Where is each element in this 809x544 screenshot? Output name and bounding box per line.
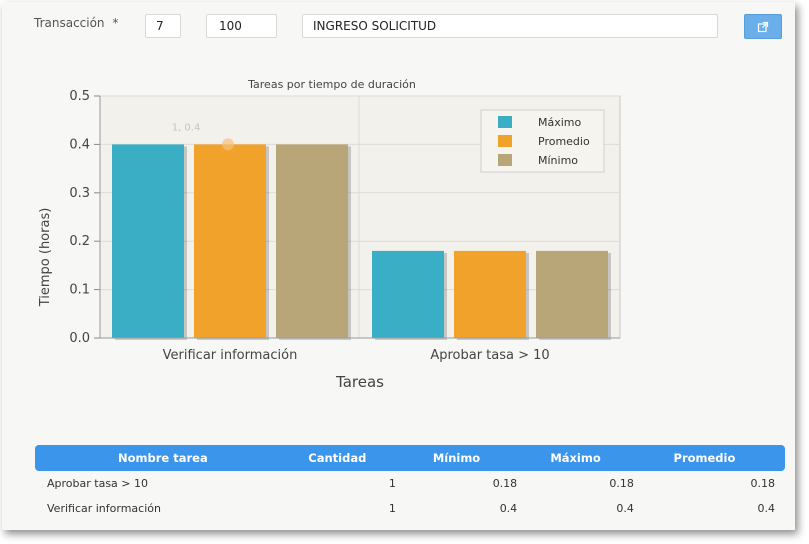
cell-cantidad: 1 bbox=[388, 477, 396, 490]
table-header-row: Nombre tarea Cantidad Mínimo Máximo Prom… bbox=[35, 445, 785, 471]
hover-marker bbox=[222, 138, 234, 151]
external-link-icon bbox=[757, 21, 769, 32]
x-axis: Verificar información Aprobar tasa > 10 bbox=[100, 337, 620, 363]
col-header-cantidad[interactable]: Cantidad bbox=[279, 445, 396, 471]
col-header-minimo[interactable]: Mínimo bbox=[396, 445, 517, 471]
legend-label: Mínimo bbox=[538, 154, 578, 167]
bar bbox=[194, 144, 266, 338]
cell-maximo: 0.18 bbox=[609, 477, 634, 490]
x-tick-label: Verificar información bbox=[163, 348, 298, 363]
y-tick-label: 0.4 bbox=[69, 137, 90, 152]
app-frame: Transacción * 7 100 INGRESO SOLICITUD Ta… bbox=[2, 2, 795, 530]
legend-label: Promedio bbox=[538, 135, 590, 148]
cell-promedio: 0.18 bbox=[750, 477, 776, 490]
x-axis-title: Tareas bbox=[335, 373, 384, 391]
hover-annotation: 1, 0.4 bbox=[172, 122, 201, 133]
y-axis: 0.0 0.1 0.2 0.3 0.4 0.5 bbox=[69, 89, 101, 346]
bar bbox=[372, 250, 444, 338]
y-tick-label: 0.0 bbox=[69, 331, 90, 346]
duration-chart: Tareas por tiempo de duración 0.0 0.1 0.2 0… bbox=[2, 72, 795, 402]
transaction-label: Transacción * bbox=[34, 16, 118, 30]
cell-nombre: Verificar información bbox=[47, 502, 161, 515]
legend-swatch bbox=[498, 135, 512, 147]
chart-title: Tareas por tiempo de duración bbox=[247, 78, 416, 91]
legend-swatch bbox=[498, 116, 512, 128]
cell-cantidad: 1 bbox=[388, 502, 396, 515]
required-mark: * bbox=[112, 16, 119, 30]
cell-minimo: 0.18 bbox=[492, 477, 518, 490]
cell-promedio: 0.4 bbox=[757, 502, 776, 515]
transaction-label-text: Transacción bbox=[34, 16, 105, 30]
legend-label: Máximo bbox=[538, 116, 582, 129]
transaction-number-field[interactable]: 100 bbox=[206, 14, 277, 38]
cell-minimo: 0.4 bbox=[499, 502, 518, 515]
cell-maximo: 0.4 bbox=[616, 502, 634, 515]
bar bbox=[536, 250, 608, 338]
x-tick-label: Aprobar tasa > 10 bbox=[430, 348, 549, 363]
bar bbox=[454, 250, 526, 338]
tasks-table: Nombre tarea Cantidad Mínimo Máximo Prom… bbox=[35, 445, 785, 521]
chart-legend: Máximo Promedio Mínimo bbox=[480, 109, 605, 173]
table-row[interactable]: Verificar información 1 0.4 0.4 0.4 bbox=[35, 496, 785, 521]
y-axis-title: Tiempo (horas) bbox=[38, 208, 53, 308]
y-tick-label: 0.2 bbox=[69, 234, 90, 249]
chart-svg: Tareas por tiempo de duración 0.00.10.20… bbox=[38, 78, 621, 391]
transaction-code-field[interactable]: 7 bbox=[145, 14, 181, 38]
col-header-nombre[interactable]: Nombre tarea bbox=[35, 445, 279, 471]
cell-nombre: Aprobar tasa > 10 bbox=[47, 477, 148, 490]
col-header-promedio[interactable]: Promedio bbox=[634, 445, 785, 471]
y-tick-label: 0.5 bbox=[69, 89, 90, 104]
legend-swatch bbox=[498, 154, 512, 166]
y-tick-label: 0.3 bbox=[69, 186, 90, 201]
transaction-name-field[interactable]: INGRESO SOLICITUD bbox=[302, 14, 718, 38]
open-external-button[interactable] bbox=[744, 14, 782, 39]
y-tick-label: 0.1 bbox=[69, 283, 90, 298]
col-header-maximo[interactable]: Máximo bbox=[517, 445, 634, 471]
bar bbox=[276, 144, 348, 338]
bar bbox=[112, 144, 184, 338]
transaction-toolbar: Transacción * 7 100 INGRESO SOLICITUD bbox=[2, 2, 795, 50]
table-row[interactable]: Aprobar tasa > 10 1 0.18 0.18 0.18 bbox=[35, 471, 785, 496]
tasks-table-wrap: Nombre tarea Cantidad Mínimo Máximo Prom… bbox=[35, 445, 785, 521]
